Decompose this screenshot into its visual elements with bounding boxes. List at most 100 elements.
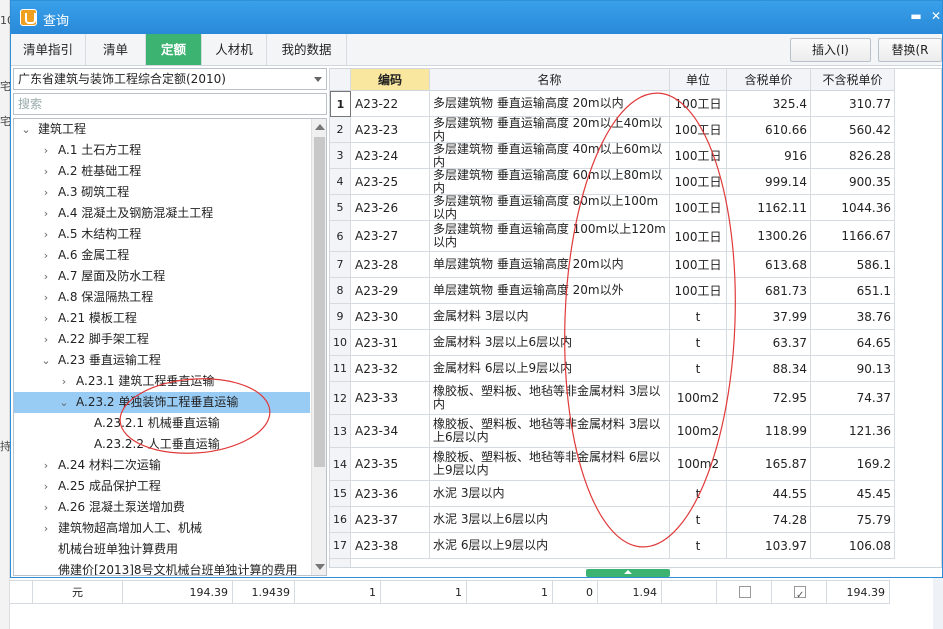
tree-node[interactable]: › A.26 混凝土泵送增加费 (14, 497, 310, 518)
footer-cell[interactable]: 元 (33, 581, 123, 604)
footer-cell[interactable]: 194.39 (827, 581, 890, 604)
table-cell-idx[interactable]: 1 (330, 91, 351, 117)
footer-checkbox-cell[interactable] (717, 581, 772, 604)
tree-node[interactable]: › A.23.1 建筑工程垂直运输 (14, 371, 310, 392)
footer-cell[interactable]: 0 (553, 581, 598, 604)
expand-icon[interactable]: › (40, 203, 52, 224)
column-header[interactable]: 编码 (351, 69, 430, 91)
tree-node[interactable]: A.23.2.2 人工垂直运输 (14, 434, 310, 455)
scroll-down-icon[interactable] (315, 564, 325, 570)
collapse-icon[interactable]: ⌄ (58, 392, 70, 413)
expand-icon[interactable]: › (40, 266, 52, 287)
footer-cell[interactable]: 1 (381, 581, 467, 604)
tree-scrollbar[interactable] (311, 119, 326, 575)
table-cell-idx[interactable]: 5 (330, 195, 351, 221)
tree-node[interactable]: › A.2 桩基础工程 (14, 161, 310, 182)
expand-icon[interactable]: › (40, 518, 52, 539)
scroll-thumb[interactable] (314, 137, 325, 467)
table-cell-idx[interactable]: 10 (330, 330, 351, 356)
search-input[interactable]: 搜索 (13, 93, 327, 115)
tree-node[interactable]: 机械台班单独计算费用 (14, 539, 310, 560)
table-cell-idx[interactable]: 17 (330, 533, 351, 559)
column-header[interactable]: 不含税单价 (811, 69, 895, 91)
footer-checkbox-cell[interactable] (772, 581, 827, 607)
column-header[interactable]: 单位 (670, 69, 727, 91)
expand-icon[interactable]: › (40, 245, 52, 266)
table-cell-idx[interactable] (330, 559, 351, 567)
tree-node[interactable]: › A.3 砌筑工程 (14, 182, 310, 203)
footer-cell[interactable]: 1.9439 (233, 581, 295, 604)
checkbox[interactable] (739, 586, 751, 598)
tab-quota[interactable]: 定额 (146, 34, 202, 65)
table-cell-name: 橡胶板、塑料板、地毡等非金属材料 3层以上6层以内 (430, 415, 670, 448)
expand-icon[interactable]: › (40, 287, 52, 308)
expand-icon[interactable]: › (40, 476, 52, 497)
expand-icon[interactable]: › (40, 161, 52, 182)
tree-node[interactable]: › A.5 木结构工程 (14, 224, 310, 245)
footer-cell[interactable]: 1 (467, 581, 553, 604)
collapse-icon[interactable]: ⌄ (40, 350, 52, 371)
tree-node[interactable]: › A.21 模板工程 (14, 308, 310, 329)
footer-cell[interactable] (10, 581, 33, 604)
quota-library-select[interactable]: 广东省建筑与装饰工程综合定额(2010) (13, 68, 327, 90)
table-cell-idx[interactable]: 6 (330, 221, 351, 252)
insert-button[interactable]: 插入(I) (790, 38, 871, 62)
tab-my-data[interactable]: 我的数据 (267, 34, 347, 65)
footer-cell[interactable]: 1 (295, 581, 381, 604)
expand-icon[interactable]: › (40, 308, 52, 329)
tree-node[interactable]: › A.22 脚手架工程 (14, 329, 310, 350)
column-header[interactable] (330, 69, 351, 91)
collapse-icon[interactable]: ⌄ (20, 119, 32, 140)
tab-bill-guide[interactable]: 清单指引 (11, 34, 86, 65)
footer-cell[interactable]: 1.94 (598, 581, 662, 604)
table-cell-idx[interactable]: 15 (330, 481, 351, 507)
replace-button[interactable]: 替换(R (878, 38, 942, 62)
table-cell-idx[interactable]: 7 (330, 252, 351, 278)
tree-node[interactable]: ⌄ 建筑工程 (14, 119, 310, 140)
table-cell-idx[interactable]: 8 (330, 278, 351, 304)
tree-node[interactable]: › 建筑物超高增加人工、机械 (14, 518, 310, 539)
column-header[interactable]: 名称 (430, 69, 670, 91)
checkbox[interactable] (794, 584, 806, 607)
table-cell-idx[interactable]: 9 (330, 304, 351, 330)
tree-node[interactable]: ⌄ A.23.2 单独装饰工程垂直运输 (14, 392, 310, 413)
expand-icon[interactable]: › (40, 329, 52, 350)
tree-node[interactable]: › A.7 屋面及防水工程 (14, 266, 310, 287)
table-cell-idx[interactable]: 16 (330, 507, 351, 533)
tree-node[interactable]: › A.24 材料二次运输 (14, 455, 310, 476)
tree-node[interactable]: A.23.2.1 机械垂直运输 (14, 413, 310, 434)
tree-node-label: A.21 模板工程 (58, 311, 137, 325)
table-cell-idx[interactable]: 14 (330, 448, 351, 481)
scroll-up-icon[interactable] (315, 124, 325, 130)
minimize-icon[interactable]: ▬ (909, 9, 923, 23)
footer-cell[interactable] (662, 581, 717, 604)
tree-node[interactable]: › A.4 混凝土及钢筋混凝土工程 (14, 203, 310, 224)
table-cell-idx[interactable]: 13 (330, 415, 351, 448)
cell-text: A23-35 (355, 457, 399, 471)
expand-icon[interactable]: › (40, 140, 52, 161)
tree-node[interactable]: › A.1 土石方工程 (14, 140, 310, 161)
table-cell-idx[interactable]: 12 (330, 382, 351, 415)
footer-cell[interactable]: 194.39 (123, 581, 233, 604)
table-cell-idx[interactable]: 3 (330, 143, 351, 169)
expand-icon[interactable]: › (40, 497, 52, 518)
tree-node[interactable]: ⌄ A.23 垂直运输工程 (14, 350, 310, 371)
expand-icon[interactable]: › (58, 371, 70, 392)
table-cell-idx[interactable]: 2 (330, 117, 351, 143)
expand-icon[interactable]: › (40, 182, 52, 203)
panel-collapse-handle[interactable] (586, 569, 670, 577)
close-icon[interactable]: ✕ (929, 9, 943, 23)
expand-icon[interactable]: › (40, 224, 52, 245)
tree-node[interactable]: › A.8 保温隔热工程 (14, 287, 310, 308)
title-bar[interactable]: 查询 ▬ ✕ (11, 1, 942, 34)
tab-bill[interactable]: 清单 (86, 34, 146, 65)
tree-node[interactable]: › A.25 成品保护工程 (14, 476, 310, 497)
chevron-down-icon[interactable] (314, 77, 322, 82)
tree-node[interactable]: › A.6 金属工程 (14, 245, 310, 266)
table-cell-idx[interactable]: 4 (330, 169, 351, 195)
table-cell-idx[interactable]: 11 (330, 356, 351, 382)
tree-node[interactable]: 佛建价[2013]8号文机械台班单独计算的费用 (14, 560, 310, 575)
column-header[interactable]: 含税单价 (727, 69, 811, 91)
expand-icon[interactable]: › (40, 455, 52, 476)
tab-labor-material-machine[interactable]: 人材机 (202, 34, 267, 65)
